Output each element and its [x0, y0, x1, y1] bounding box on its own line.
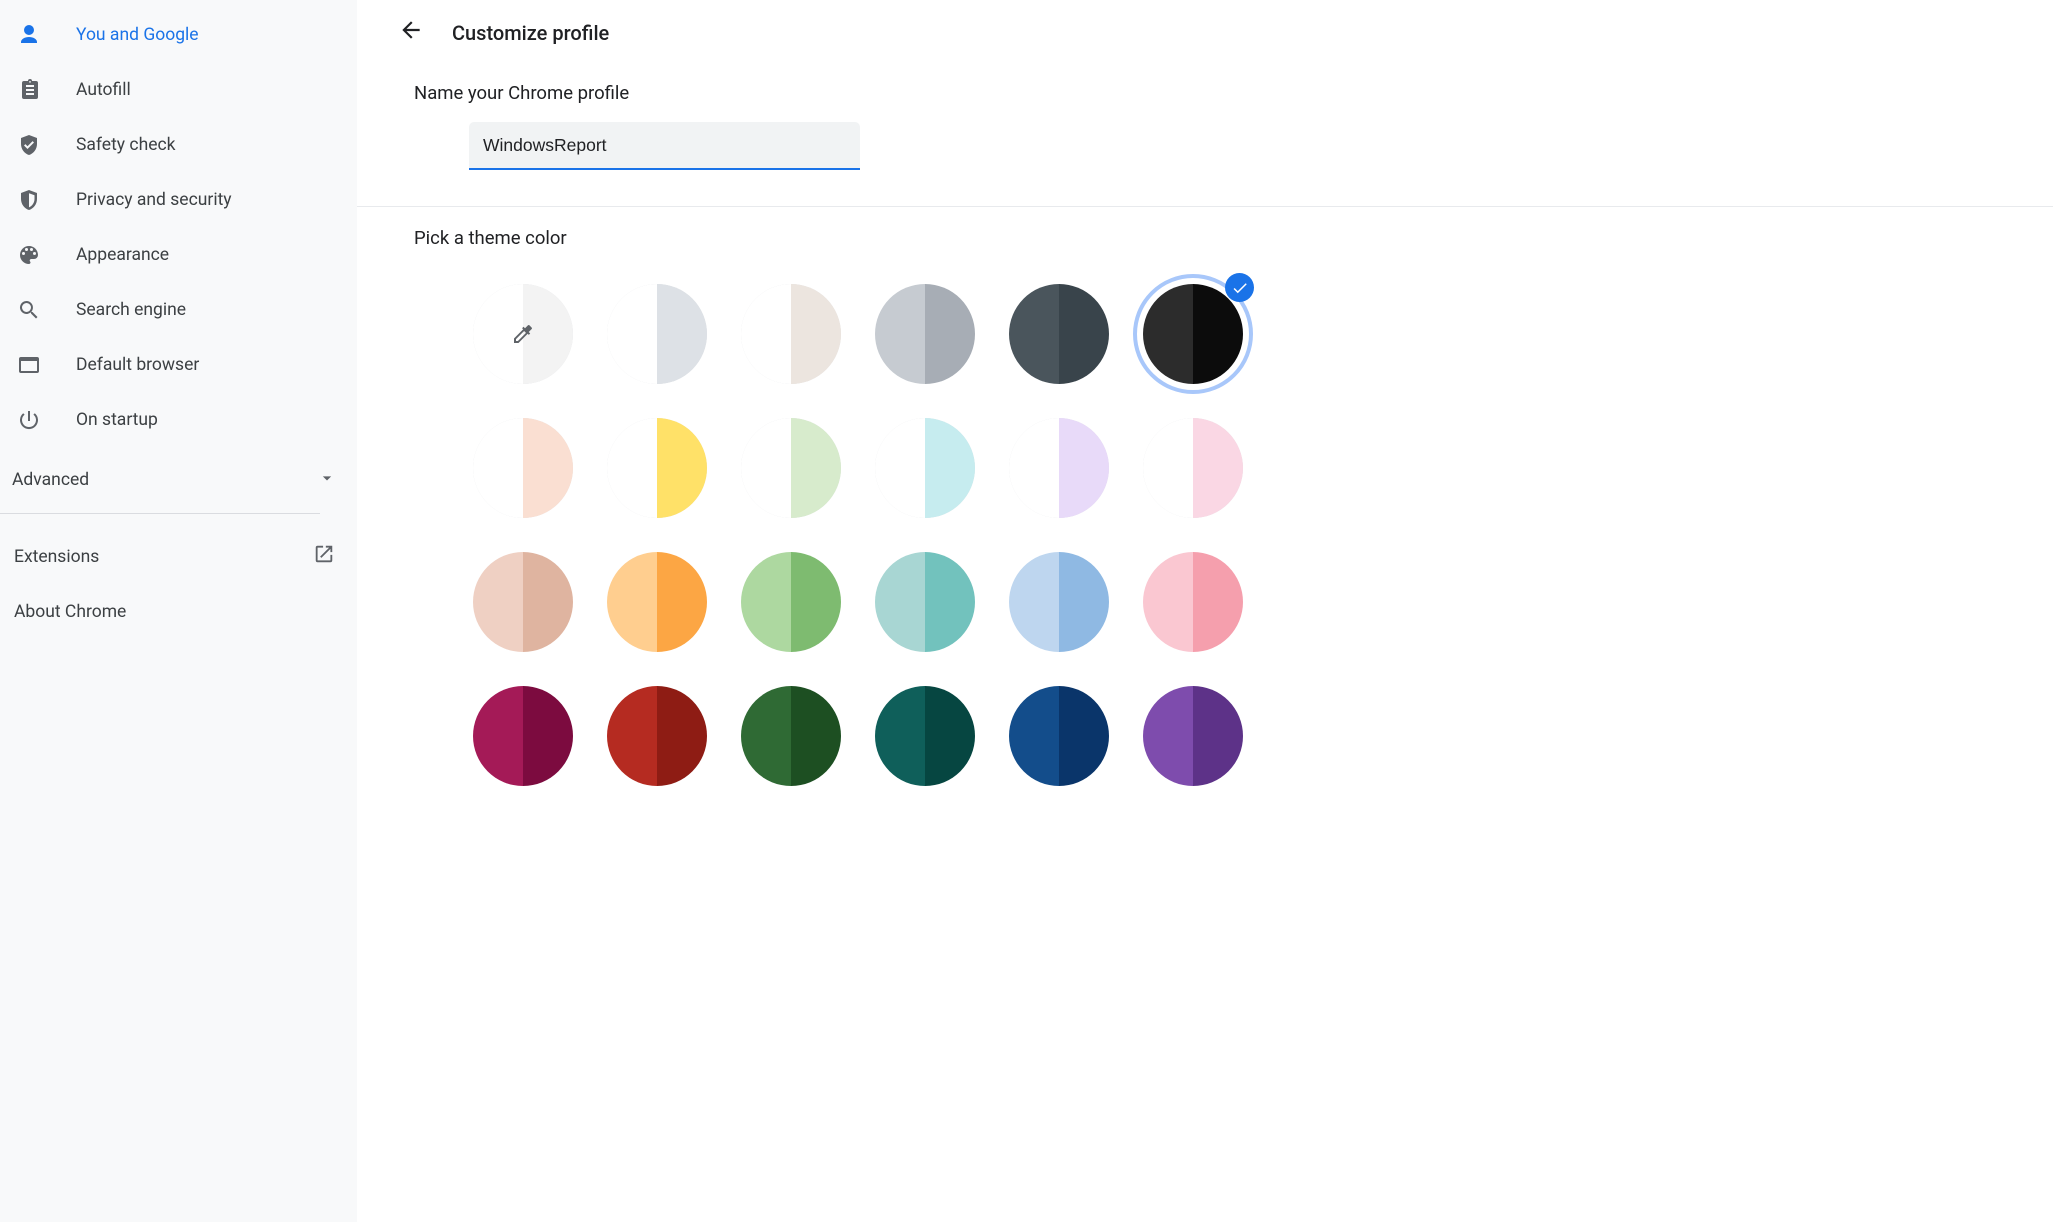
theme-color-lavender-light[interactable] — [992, 401, 1126, 535]
sidebar-item-privacy-security[interactable]: Privacy and security — [0, 172, 357, 227]
back-icon[interactable] — [398, 17, 424, 48]
sidebar-item-label: Default browser — [76, 355, 199, 375]
sidebar-item-default-browser[interactable]: Default browser — [0, 337, 357, 392]
sidebar-item-label: Safety check — [76, 135, 176, 155]
about-chrome-label: About Chrome — [14, 602, 126, 622]
extensions-link[interactable]: Extensions — [0, 529, 357, 584]
advanced-toggle[interactable]: Advanced — [0, 447, 357, 513]
theme-color-grid — [456, 267, 1261, 803]
sidebar-item-label: Appearance — [76, 245, 169, 265]
sidebar-item-safety-check[interactable]: Safety check — [0, 117, 357, 172]
search-icon — [17, 298, 76, 322]
theme-color-pink-light[interactable] — [1126, 401, 1260, 535]
browser-icon — [17, 353, 76, 377]
theme-color-dark-slate[interactable] — [992, 267, 1126, 401]
theme-color-blue[interactable] — [992, 535, 1126, 669]
shield-check-icon — [17, 133, 76, 157]
theme-color-green-light[interactable] — [724, 401, 858, 535]
sidebar-item-search-engine[interactable]: Search engine — [0, 282, 357, 337]
theme-color-orange[interactable] — [590, 535, 724, 669]
sidebar-item-appearance[interactable]: Appearance — [0, 227, 357, 282]
open-in-new-icon — [313, 543, 335, 570]
theme-color-light-grey[interactable] — [590, 267, 724, 401]
sidebar-item-label: Search engine — [76, 300, 186, 320]
theme-color-pink[interactable] — [1126, 535, 1260, 669]
theme-color-peach-light[interactable] — [456, 401, 590, 535]
eyedropper-icon — [511, 322, 535, 346]
clipboard-icon — [17, 78, 76, 102]
sidebar-item-you-and-google[interactable]: You and Google — [0, 7, 357, 62]
theme-color-peach[interactable] — [456, 535, 590, 669]
theme-color-teal-dark[interactable] — [858, 669, 992, 803]
theme-color-cyan-light[interactable] — [858, 401, 992, 535]
checkmark-icon — [1225, 273, 1254, 302]
theme-color-purple[interactable] — [1126, 669, 1260, 803]
profile-name-input[interactable] — [469, 122, 860, 170]
main-content: Customize profile Name your Chrome profi… — [357, 0, 2053, 1222]
theme-color-green-dark[interactable] — [724, 669, 858, 803]
extensions-label: Extensions — [14, 547, 99, 567]
theme-color-magenta-dark[interactable] — [456, 669, 590, 803]
name-profile-heading: Name your Chrome profile — [414, 82, 2053, 104]
theme-color-green[interactable] — [724, 535, 858, 669]
theme-color-heading: Pick a theme color — [414, 227, 2053, 249]
sidebar-item-label: On startup — [76, 410, 158, 430]
sidebar-item-label: You and Google — [76, 25, 199, 45]
theme-color-warm-beige[interactable] — [724, 267, 858, 401]
theme-color-navy[interactable] — [992, 669, 1126, 803]
about-chrome-link[interactable]: About Chrome — [0, 584, 357, 639]
sidebar-item-on-startup[interactable]: On startup — [0, 392, 357, 447]
power-icon — [17, 408, 76, 432]
sidebar-item-label: Privacy and security — [76, 190, 232, 210]
advanced-label: Advanced — [12, 470, 89, 490]
theme-color-custom[interactable] — [456, 267, 590, 401]
chevron-down-icon — [317, 468, 337, 493]
page-title: Customize profile — [452, 21, 609, 45]
theme-color-cool-grey[interactable] — [858, 267, 992, 401]
palette-icon — [17, 243, 76, 267]
sidebar-item-label: Autofill — [76, 80, 131, 100]
shield-icon — [17, 188, 76, 212]
sidebar-item-autofill[interactable]: Autofill — [0, 62, 357, 117]
theme-color-black[interactable] — [1126, 267, 1260, 401]
theme-color-teal[interactable] — [858, 535, 992, 669]
settings-sidebar: You and Google Autofill Safety check Privac… — [0, 0, 357, 1222]
person-icon — [17, 23, 76, 47]
theme-color-yellow-light[interactable] — [590, 401, 724, 535]
theme-color-red-dark[interactable] — [590, 669, 724, 803]
